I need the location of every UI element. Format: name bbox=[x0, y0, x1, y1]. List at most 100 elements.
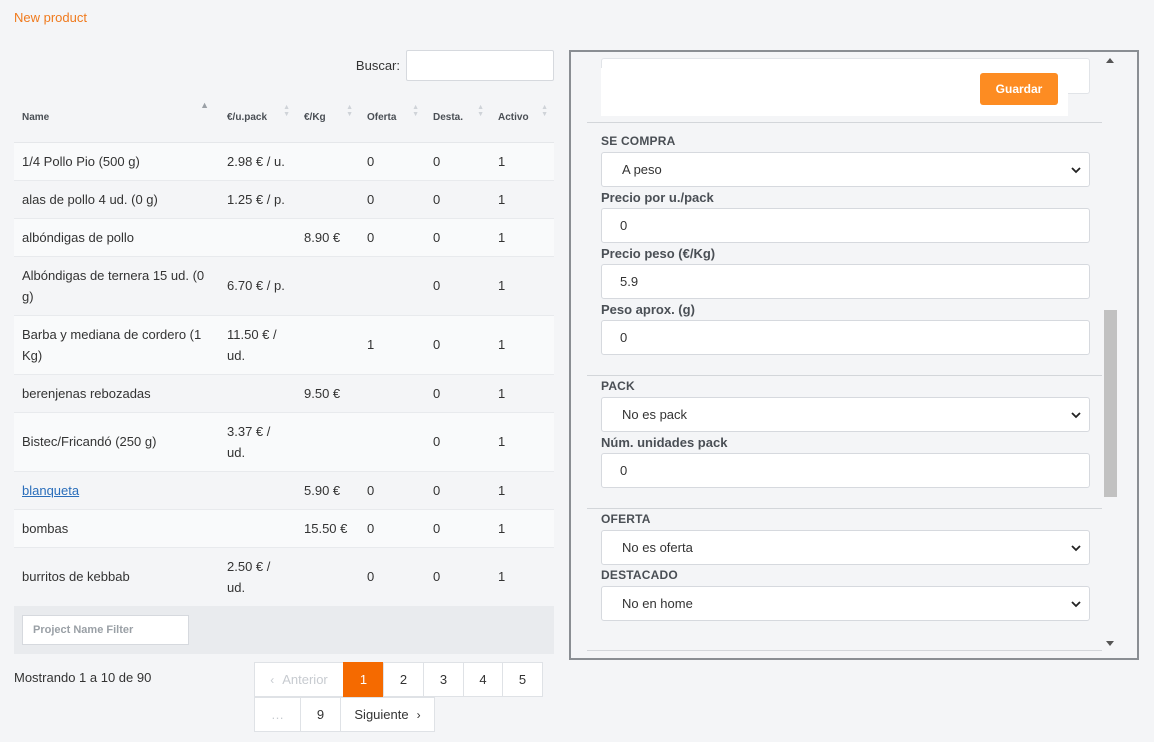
cell-upack: 3.37 € / ud. bbox=[219, 412, 296, 472]
cell-kg bbox=[296, 256, 359, 316]
page-button-2[interactable]: 2 bbox=[383, 662, 424, 697]
product-name-link[interactable]: burritos de kebbab bbox=[14, 547, 219, 607]
cell-activo: 1 bbox=[490, 412, 554, 472]
cell-desta: 0 bbox=[425, 180, 490, 219]
cell-kg bbox=[296, 180, 359, 219]
divider bbox=[587, 650, 1106, 651]
precio-peso-input[interactable]: 5.9 bbox=[601, 264, 1090, 299]
peso-aprox-input[interactable]: 0 bbox=[601, 320, 1090, 355]
chevron-right-icon: › bbox=[416, 707, 421, 722]
table-row[interactable]: bombas 15.50 € 0 0 1 bbox=[14, 509, 554, 548]
section-destacado: DESTACADO bbox=[601, 568, 678, 582]
next-page-button[interactable]: Siguiente › bbox=[340, 697, 435, 732]
scroll-down-arrow-icon[interactable] bbox=[1106, 641, 1114, 646]
product-name-link[interactable]: 1/4 Pollo Pio (500 g) bbox=[14, 142, 219, 181]
se-compra-select[interactable]: A peso bbox=[601, 152, 1090, 187]
col-header-upack[interactable]: €/u.pack ▲ ▼ bbox=[219, 92, 296, 143]
page-button-5[interactable]: 5 bbox=[502, 662, 543, 697]
destacado-select[interactable]: No en home bbox=[601, 586, 1090, 621]
cell-oferta: 0 bbox=[359, 471, 425, 510]
page-button-1[interactable]: 1 bbox=[343, 662, 384, 697]
product-name-link[interactable]: berenjenas rebozadas bbox=[14, 374, 219, 413]
product-name-link[interactable]: Bistec/Fricandó (250 g) bbox=[14, 412, 219, 472]
num-unidades-input[interactable]: 0 bbox=[601, 453, 1090, 488]
table-row[interactable]: Bistec/Fricandó (250 g) 3.37 € / ud. 0 1 bbox=[14, 412, 554, 472]
table-row[interactable]: Albóndigas de ternera 15 ud. (0 g) 6.70 … bbox=[14, 256, 554, 316]
cell-oferta: 0 bbox=[359, 142, 425, 181]
page-button-3[interactable]: 3 bbox=[423, 662, 464, 697]
table-row[interactable]: albóndigas de pollo 8.90 € 0 0 1 bbox=[14, 218, 554, 257]
pack-select[interactable]: No es pack bbox=[601, 397, 1090, 432]
cell-upack: 2.98 € / u. bbox=[219, 142, 296, 181]
table-row[interactable]: alas de pollo 4 ud. (0 g) 1.25 € / p. 0 … bbox=[14, 180, 554, 219]
product-edit-panel: Guardar SE COMPRA A peso Precio por u./p… bbox=[569, 50, 1139, 660]
chevron-down-icon bbox=[1071, 167, 1081, 174]
page-button-9[interactable]: 9 bbox=[300, 697, 341, 732]
table-row[interactable]: blanqueta 5.90 € 0 0 1 bbox=[14, 471, 554, 510]
col-header-oferta[interactable]: Oferta ▲ ▼ bbox=[359, 92, 425, 143]
search-input[interactable] bbox=[406, 50, 554, 81]
search-label: Buscar: bbox=[355, 58, 400, 73]
table-row[interactable]: Barba y mediana de cordero (1 Kg) 11.50 … bbox=[14, 315, 554, 375]
cell-upack: 6.70 € / p. bbox=[219, 256, 296, 316]
cell-oferta bbox=[359, 412, 425, 472]
col-header-desta[interactable]: Desta. ▲ ▼ bbox=[425, 92, 490, 143]
section-pack: PACK bbox=[601, 379, 635, 393]
cell-desta: 0 bbox=[425, 142, 490, 181]
panel-scrollbar[interactable] bbox=[1102, 52, 1119, 658]
sort-asc-icon: ▲ bbox=[200, 100, 209, 110]
table-row[interactable]: burritos de kebbab 2.50 € / ud. 0 0 1 bbox=[14, 547, 554, 607]
cell-upack bbox=[219, 471, 296, 510]
save-button[interactable]: Guardar bbox=[980, 73, 1058, 105]
cell-desta: 0 bbox=[425, 374, 490, 413]
cell-activo: 1 bbox=[490, 471, 554, 510]
section-oferta: OFERTA bbox=[601, 512, 651, 526]
cell-oferta bbox=[359, 374, 425, 413]
scroll-up-arrow-icon[interactable] bbox=[1106, 58, 1114, 63]
scrollbar-thumb[interactable] bbox=[1104, 310, 1117, 497]
oferta-select[interactable]: No es oferta bbox=[601, 530, 1090, 565]
table-header-row: Name ▲ €/u.pack ▲ ▼ €/Kg ▲ ▼ Oferta ▲ ▼ Desta. ▲… bbox=[14, 92, 554, 143]
precio-upack-input[interactable]: 0 bbox=[601, 208, 1090, 243]
project-name-filter-input[interactable] bbox=[22, 615, 189, 645]
cell-oferta: 0 bbox=[359, 218, 425, 257]
cell-upack: 1.25 € / p. bbox=[219, 180, 296, 219]
cell-desta: 0 bbox=[425, 509, 490, 548]
cell-upack bbox=[219, 218, 296, 257]
col-header-name[interactable]: Name ▲ bbox=[14, 92, 219, 143]
pagination-info: Mostrando 1 a 10 de 90 bbox=[14, 670, 152, 685]
pagination-ellipsis: … bbox=[254, 697, 301, 732]
cell-activo: 1 bbox=[490, 218, 554, 257]
product-name-link[interactable]: Albóndigas de ternera 15 ud. (0 g) bbox=[14, 256, 219, 316]
cell-oferta: 0 bbox=[359, 509, 425, 548]
section-se-compra: SE COMPRA bbox=[601, 134, 676, 148]
table-row[interactable]: 1/4 Pollo Pio (500 g) 2.98 € / u. 0 0 1 bbox=[14, 142, 554, 181]
cell-activo: 1 bbox=[490, 374, 554, 413]
cell-activo: 1 bbox=[490, 256, 554, 316]
chevron-down-icon bbox=[1071, 601, 1081, 608]
product-name-link[interactable]: alas de pollo 4 ud. (0 g) bbox=[14, 180, 219, 219]
product-name-link[interactable]: Barba y mediana de cordero (1 Kg) bbox=[14, 315, 219, 375]
sort-icon: ▲ ▼ bbox=[541, 104, 548, 118]
cell-oferta: 1 bbox=[359, 315, 425, 375]
col-header-activo[interactable]: Activo ▲ ▼ bbox=[490, 92, 554, 143]
page-button-4[interactable]: 4 bbox=[463, 662, 503, 697]
cell-desta: 0 bbox=[425, 412, 490, 472]
product-name-link[interactable]: albóndigas de pollo bbox=[14, 218, 219, 257]
chevron-down-icon bbox=[1071, 412, 1081, 419]
precio-peso-label: Precio peso (€/Kg) bbox=[601, 246, 716, 261]
previous-page-button[interactable]: ‹ Anterior bbox=[254, 662, 344, 697]
products-table: Name ▲ €/u.pack ▲ ▼ €/Kg ▲ ▼ Oferta ▲ ▼ Desta. ▲… bbox=[14, 92, 554, 607]
cell-upack bbox=[219, 374, 296, 413]
new-product-link[interactable]: New product bbox=[14, 10, 87, 25]
col-header-kg[interactable]: €/Kg ▲ ▼ bbox=[296, 92, 359, 143]
cell-desta: 0 bbox=[425, 547, 490, 607]
cell-oferta bbox=[359, 256, 425, 316]
product-name-link[interactable]: blanqueta bbox=[14, 471, 219, 510]
cell-kg bbox=[296, 547, 359, 607]
cell-upack bbox=[219, 509, 296, 548]
divider bbox=[587, 375, 1106, 376]
product-name-link[interactable]: bombas bbox=[14, 509, 219, 548]
table-row[interactable]: berenjenas rebozadas 9.50 € 0 1 bbox=[14, 374, 554, 413]
sort-icon: ▲ ▼ bbox=[283, 104, 290, 118]
